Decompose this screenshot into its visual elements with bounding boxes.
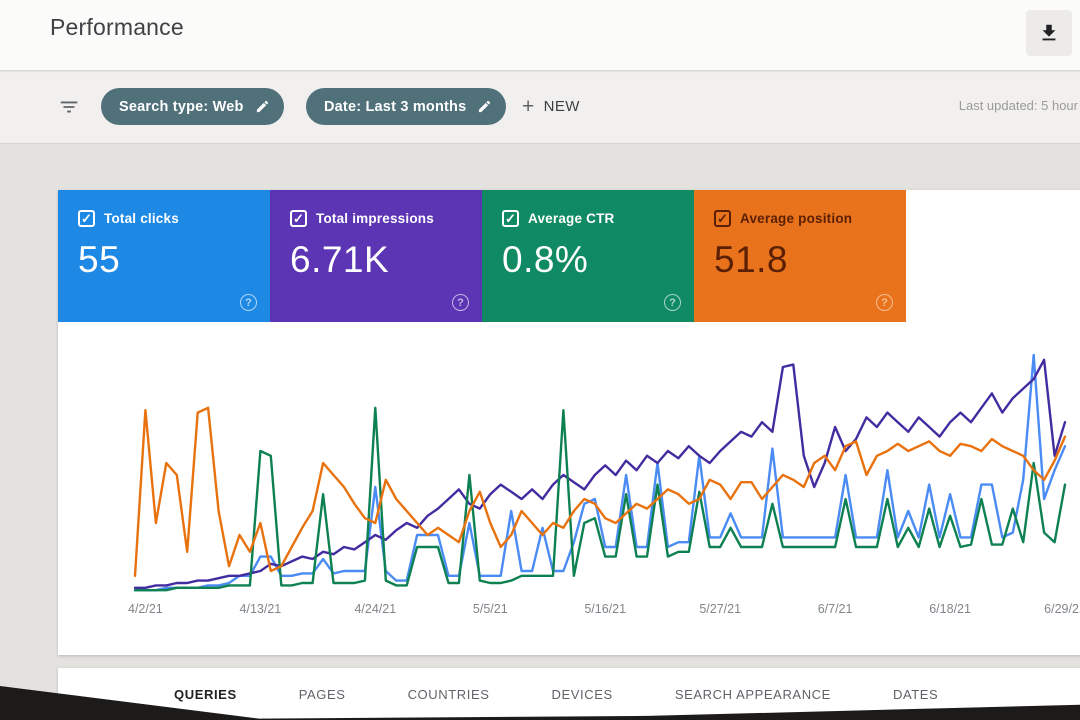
x-tick-label: 5/27/21 (699, 602, 742, 616)
x-tick-label: 6/29/21 (1044, 602, 1080, 616)
new-filter-button[interactable]: + NEW (522, 88, 580, 125)
help-icon[interactable]: ? (876, 294, 893, 311)
metric-checkbox[interactable]: ✓ (502, 210, 519, 227)
last-updated-text: Last updated: 5 hour (958, 98, 1078, 113)
metric-value: 6.71K (290, 239, 390, 280)
filter-bar: Search type: Web Date: Last 3 months + N… (0, 70, 1080, 144)
help-icon[interactable]: ? (664, 294, 681, 311)
metric-tile-average-position[interactable]: ✓ Average position 51.8 ? (694, 190, 906, 322)
plus-icon: + (522, 94, 535, 118)
dimension-tabs-row: QUERIES PAGES COUNTRIES DEVICES SEARCH APPEA… (58, 668, 1080, 720)
metric-value: 0.8% (502, 239, 589, 280)
help-icon[interactable]: ? (452, 294, 469, 311)
chip-search-type-label: Search type: Web (119, 98, 244, 115)
metric-label: Average position (740, 211, 853, 226)
download-icon (1042, 24, 1056, 41)
metric-value: 55 (78, 239, 121, 280)
x-tick-label: 4/13/21 (239, 602, 282, 616)
series-line-total-clicks (133, 353, 1067, 592)
metric-label: Average CTR (528, 211, 615, 226)
filter-list-icon[interactable] (56, 96, 82, 118)
tab-countries[interactable]: COUNTRIES (408, 687, 490, 702)
metric-tile-average-ctr[interactable]: ✓ Average CTR 0.8% ? (482, 190, 694, 322)
x-tick-label: 4/24/21 (354, 602, 397, 616)
x-tick-label: 5/16/21 (584, 602, 627, 616)
metric-checkbox[interactable]: ✓ (714, 210, 731, 227)
metric-label: Total clicks (104, 211, 179, 226)
tab-pages[interactable]: PAGES (299, 687, 346, 702)
performance-summary-card: ✓ Total clicks 55 ? ✓ Total impressions … (58, 190, 1080, 655)
x-tick-label: 4/2/21 (128, 602, 163, 616)
chip-search-type[interactable]: Search type: Web (101, 88, 284, 125)
tab-queries[interactable]: QUERIES (174, 687, 237, 702)
download-button[interactable] (1026, 10, 1072, 56)
metric-tile-total-impressions[interactable]: ✓ Total impressions 6.71K ? (270, 190, 482, 322)
edit-icon (479, 100, 491, 113)
metric-tiles-row: ✓ Total clicks 55 ? ✓ Total impressions … (58, 190, 1080, 322)
help-icon[interactable]: ? (240, 294, 257, 311)
dimension-tabs-card: QUERIES PAGES COUNTRIES DEVICES SEARCH APPEA… (58, 668, 1080, 720)
metric-checkbox[interactable]: ✓ (78, 210, 95, 227)
page-title: Performance (50, 14, 184, 40)
metric-label: Total impressions (316, 211, 434, 226)
x-axis-labels: 4/2/21 4/13/21 4/24/21 5/5/21 5/16/21 5/27/21… (58, 602, 1080, 622)
tab-devices[interactable]: DEVICES (552, 687, 613, 702)
chip-date-range-label: Date: Last 3 months (324, 98, 467, 115)
edit-icon (256, 100, 268, 113)
x-tick-label: 6/18/21 (929, 602, 971, 616)
new-filter-label: NEW (543, 98, 580, 115)
chip-date-range[interactable]: Date: Last 3 months (306, 88, 507, 125)
metric-tile-total-clicks[interactable]: ✓ Total clicks 55 ? (58, 190, 270, 322)
series-line-total-impressions (133, 358, 1067, 590)
x-tick-label: 5/5/21 (472, 602, 508, 616)
tab-dates[interactable]: DATES (893, 687, 938, 702)
x-tick-label: 6/7/21 (817, 602, 853, 616)
app-bar: Performance (0, 0, 1080, 70)
chart-svg (133, 353, 1067, 592)
metric-checkbox[interactable]: ✓ (290, 210, 307, 227)
metric-value: 51.8 (714, 239, 789, 280)
tab-search-appearance[interactable]: SEARCH APPEARANCE (675, 687, 831, 702)
performance-chart[interactable] (58, 340, 1080, 620)
